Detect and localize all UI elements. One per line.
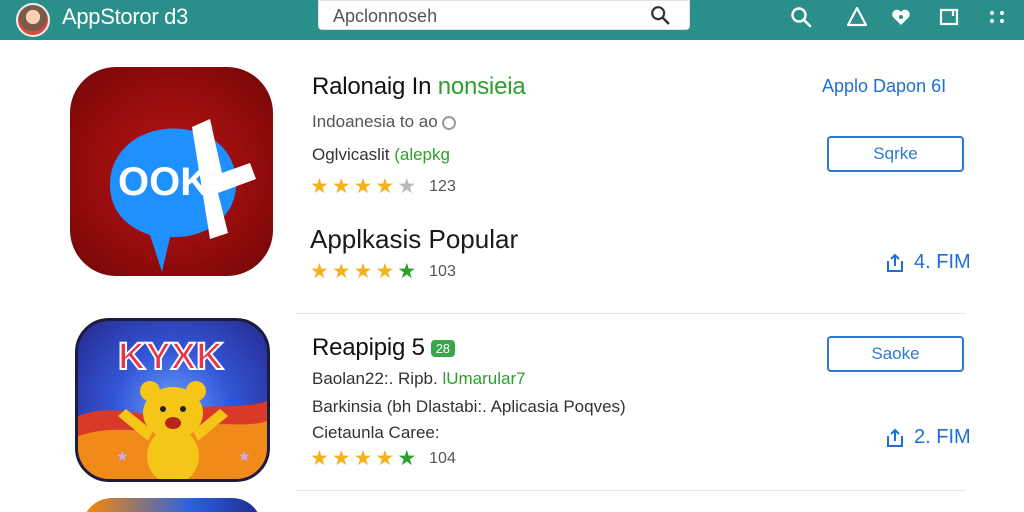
download-size[interactable]: 2. FIM [886, 426, 971, 449]
star-icon: ★ [353, 175, 373, 198]
search-input[interactable] [333, 5, 633, 27]
app-badge: 28 [430, 340, 455, 358]
divider [296, 490, 966, 491]
app-title-row[interactable]: Ralonaig In nonsieia [312, 73, 526, 101]
app-info-highlight: lUmarular7 [442, 369, 526, 388]
top-bar: AppStoror d3 [0, 0, 1024, 40]
app-name: Reapipig 5 [312, 334, 425, 361]
app-name-highlight: nonsieia [437, 73, 526, 100]
app-action-button[interactable]: Saoke [827, 336, 964, 372]
app-description: Barkinsia (bh Dlastabi:. Aplicasia Poqve… [312, 397, 626, 416]
app-title-row[interactable]: Reapipig 5 28 [312, 334, 455, 362]
app-category-row: Oglvicaslit (alepkg [312, 145, 450, 165]
divider [296, 313, 966, 314]
star-icon: ★ [397, 447, 417, 470]
app-region-row: Indoanesia to ao [312, 112, 456, 132]
svg-text:★: ★ [238, 448, 251, 464]
window-icon[interactable] [937, 5, 961, 29]
app-icon[interactable] [82, 498, 262, 512]
star-icon: ★ [353, 260, 373, 283]
star-icon: ★ [353, 447, 373, 470]
size-label: 4. FIM [914, 251, 971, 273]
alert-icon[interactable] [845, 5, 869, 29]
app-title: AppStoror d3 [62, 4, 189, 29]
rating-count: 123 [429, 178, 456, 195]
star-icon: ★ [331, 447, 351, 470]
profile-avatar[interactable] [16, 3, 50, 37]
more-icon[interactable] [985, 5, 1009, 29]
size-label: 2. FIM [914, 426, 971, 448]
app-developer: Cietaunla Caree: [312, 423, 440, 442]
star-icon: ★ [375, 447, 395, 470]
share-icon [887, 428, 903, 447]
star-icon: ★ [310, 260, 329, 283]
app-name: Ralonaig In [312, 73, 432, 100]
share-icon [887, 253, 903, 272]
star-icon: ★ [397, 175, 417, 198]
section-heading: Applkasis Popular [310, 224, 519, 254]
star-icon: ★ [331, 260, 351, 283]
info-icon[interactable] [441, 115, 456, 130]
star-icon: ★ [397, 260, 417, 283]
publisher-link[interactable]: Applo Dapon 6I [822, 76, 946, 97]
search-box[interactable] [318, 0, 690, 30]
star-icon: ★ [375, 175, 395, 198]
star-icon: ★ [331, 175, 351, 198]
app-region: Indoanesia to ao [312, 112, 438, 131]
app-icon[interactable]: OOK [70, 67, 273, 276]
download-size[interactable]: 4. FIM [886, 251, 971, 274]
app-rating: ★ ★ ★ ★ ★ 104 [310, 448, 456, 470]
app-info: Baolan22:. Ripb. [312, 369, 438, 388]
app-action-button[interactable]: Sqrke [827, 136, 964, 172]
app-icon[interactable]: KYXK ★ ★ [75, 318, 270, 482]
app-category: Oglvicaslit [312, 145, 390, 164]
star-icon: ★ [375, 260, 395, 283]
search-icon[interactable] [649, 4, 671, 26]
app-icon-label: KYXK [118, 336, 224, 378]
star-icon: ★ [310, 175, 329, 198]
popular-rating: ★ ★ ★ ★ ★ 103 [310, 261, 456, 283]
app-icon-label: OOK [118, 160, 209, 204]
app-info-line: Baolan22:. Ripb. lUmarular7 [312, 369, 526, 389]
star-icon: ★ [310, 447, 329, 470]
app-rating: ★ ★ ★ ★ ★ 123 [310, 176, 456, 198]
rating-count: 104 [429, 450, 456, 467]
search-icon[interactable] [789, 5, 813, 29]
app-category-highlight: (alepkg [394, 145, 450, 164]
svg-text:★: ★ [116, 448, 129, 464]
favorite-icon[interactable] [889, 5, 913, 29]
rating-count: 103 [429, 263, 456, 280]
